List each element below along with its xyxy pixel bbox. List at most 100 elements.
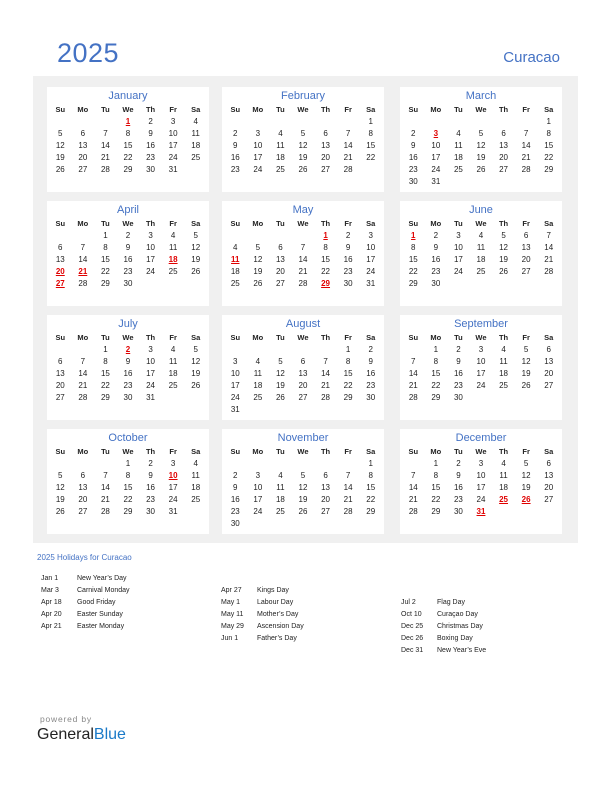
weekday-header: We — [297, 447, 309, 456]
day-cell: 6 — [546, 345, 551, 354]
day-cell: 19 — [521, 369, 531, 378]
day-cell: 13 — [499, 141, 509, 150]
day-cell: 26 — [521, 381, 531, 390]
day-cell: 31 — [366, 279, 376, 288]
day-cell: 2 — [411, 129, 416, 138]
empty-cell — [425, 116, 448, 128]
day-cell: 17 — [431, 153, 441, 162]
empty-cell — [72, 116, 95, 128]
day-cell: 22 — [431, 495, 441, 504]
day-cell: 2 — [433, 231, 439, 240]
day-cell: 23 — [343, 267, 353, 276]
day-cell: 18 — [476, 255, 486, 264]
weekday-header: Fr — [169, 105, 177, 114]
holiday-item: Jun 1 Father’s Day — [221, 633, 304, 645]
day-cell: 20 — [275, 267, 285, 276]
day-cell: 25 — [275, 165, 285, 174]
day-cell: 13 — [55, 255, 65, 264]
holiday-item: May 1 Labour Day — [221, 597, 304, 609]
day-cell: 16 — [146, 483, 156, 492]
day-cell: 22 — [431, 381, 441, 390]
day-cell: 9 — [345, 243, 351, 252]
holiday-date: Mar 3 — [41, 587, 59, 594]
weekday-header: Tu — [276, 105, 285, 114]
weekday-header: Tu — [276, 219, 285, 228]
day-cell: 19 — [298, 153, 308, 162]
day-cell: 5 — [523, 345, 529, 354]
day-cell: 9 — [456, 471, 461, 480]
holiday-day-cell: 1 — [411, 231, 416, 240]
day-cell: 24 — [168, 495, 178, 504]
weekday-header: Sa — [366, 105, 376, 114]
day-cell: 1 — [368, 459, 373, 468]
day-cell: 24 — [253, 165, 263, 174]
day-cell: 21 — [521, 153, 531, 162]
day-cell: 27 — [298, 393, 308, 402]
day-cell: 19 — [191, 255, 201, 264]
day-cell: 28 — [521, 165, 531, 174]
day-cell: 8 — [411, 243, 416, 252]
day-cell: 3 — [478, 345, 484, 354]
month-december: December Su Mo Tu We Th Fr Sa 1 2 3 4 5 6 7 8 9 10 11 12 13 1… — [400, 429, 562, 534]
weekday-header: Sa — [544, 105, 554, 114]
holiday-name: New Year’s Day — [77, 575, 127, 582]
day-cell: 11 — [168, 243, 178, 252]
day-cell: 5 — [193, 345, 198, 354]
day-cell: 21 — [321, 381, 331, 390]
day-cell: 30 — [453, 393, 463, 402]
day-cell: 25 — [168, 381, 178, 390]
day-cell: 12 — [298, 141, 308, 150]
weekday-header: Fr — [344, 219, 352, 228]
day-cell: 2 — [456, 345, 461, 354]
day-cell: 21 — [78, 381, 88, 390]
day-cell: 19 — [55, 153, 65, 162]
empty-cell — [49, 116, 72, 128]
weekday-header: We — [475, 105, 487, 114]
empty-cell — [49, 344, 72, 356]
day-cell: 21 — [100, 153, 110, 162]
day-cell: 10 — [230, 369, 240, 378]
weekday-header: Su — [55, 219, 66, 228]
weekday-header: Sa — [191, 447, 201, 456]
day-cell: 16 — [146, 141, 156, 150]
day-cell: 26 — [253, 279, 263, 288]
weekday-header: Fr — [169, 333, 177, 342]
generalblue-logo[interactable]: GeneralBlue — [37, 726, 126, 744]
day-cell: 15 — [100, 255, 110, 264]
day-cell: 5 — [300, 129, 306, 138]
day-cell: 21 — [408, 495, 418, 504]
day-cell: 5 — [58, 471, 63, 480]
empty-cell — [94, 458, 117, 470]
holiday-name: New Year’s Eve — [437, 647, 487, 654]
weekday-header: Th — [498, 333, 509, 342]
day-cell: 10 — [476, 471, 486, 480]
day-cell: 19 — [55, 495, 65, 504]
day-cell: 7 — [411, 471, 416, 480]
day-cell: 22 — [408, 267, 418, 276]
day-cell: 8 — [433, 471, 439, 480]
day-cell: 10 — [453, 243, 463, 252]
holiday-day-cell: 26 — [521, 495, 531, 504]
month-name: July — [118, 318, 138, 330]
weekday-header: We — [122, 333, 134, 342]
day-cell: 22 — [123, 495, 133, 504]
day-cell: 31 — [230, 405, 240, 414]
day-cell: 31 — [431, 177, 441, 186]
holiday-item: May 11 Mother’s Day — [221, 609, 304, 621]
day-cell: 10 — [253, 483, 263, 492]
day-cell: 5 — [501, 231, 506, 240]
holiday-day-cell: 29 — [321, 279, 331, 288]
day-cell: 15 — [431, 483, 441, 492]
weekday-header: Tu — [101, 447, 110, 456]
day-cell: 30 — [343, 279, 353, 288]
weekday-header: Mo — [77, 105, 89, 114]
day-cell: 26 — [275, 393, 285, 402]
empty-cell — [49, 458, 72, 470]
day-cell: 28 — [100, 507, 110, 516]
weekday-header: Th — [145, 447, 156, 456]
empty-cell — [292, 344, 315, 356]
weekday-header: We — [122, 219, 134, 228]
day-cell: 30 — [123, 393, 133, 402]
day-cell: 12 — [499, 243, 509, 252]
month-name: March — [465, 90, 497, 102]
